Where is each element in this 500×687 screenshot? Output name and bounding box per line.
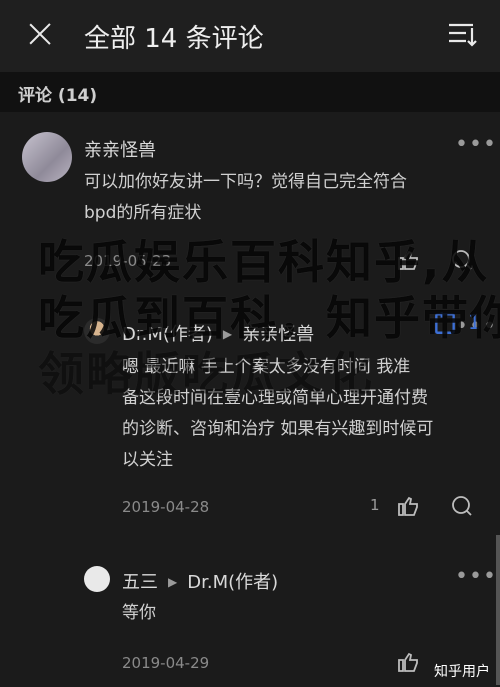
top-bar: 全部 14 条评论 — [0, 0, 500, 72]
comments-section-header: 评论 (14) — [0, 72, 500, 112]
comment-date: 2019-04-29 — [122, 654, 210, 672]
comment-date: 2019-04-28 — [122, 498, 210, 516]
comment-author[interactable]: 五三 ▶ Dr.M(作者) — [122, 568, 278, 594]
scrollbar[interactable] — [496, 535, 500, 685]
more-options-icon[interactable]: ••• — [455, 132, 497, 157]
like-count: 1 — [370, 496, 380, 514]
reply-icon[interactable] — [450, 494, 474, 518]
close-icon[interactable] — [26, 20, 54, 48]
comment-author[interactable]: 亲亲怪兽 — [84, 136, 156, 162]
like-icon[interactable] — [396, 650, 420, 674]
like-icon[interactable] — [396, 494, 420, 518]
watermark-line-3: 领略版吃瓜文化 — [38, 347, 374, 401]
comment-text: 可以加你好友讲一下吗？觉得自己完全符合 bpd的所有症状 — [84, 172, 407, 223]
comment-item: 五三 ▶ Dr.M(作者) ••• 等你 2019-04-29 — [0, 556, 500, 687]
sort-icon[interactable] — [446, 18, 478, 50]
reply-arrow-icon: ▶ — [168, 575, 178, 589]
avatar[interactable] — [22, 132, 72, 182]
avatar[interactable] — [84, 566, 110, 592]
comment-count-label: 评论 (14) — [18, 86, 98, 106]
page-title: 全部 14 条评论 — [84, 24, 264, 54]
more-options-icon[interactable]: ••• — [455, 564, 497, 589]
comment-text: 等你 — [122, 603, 156, 623]
source-watermark: 知乎用户 — [434, 664, 490, 680]
